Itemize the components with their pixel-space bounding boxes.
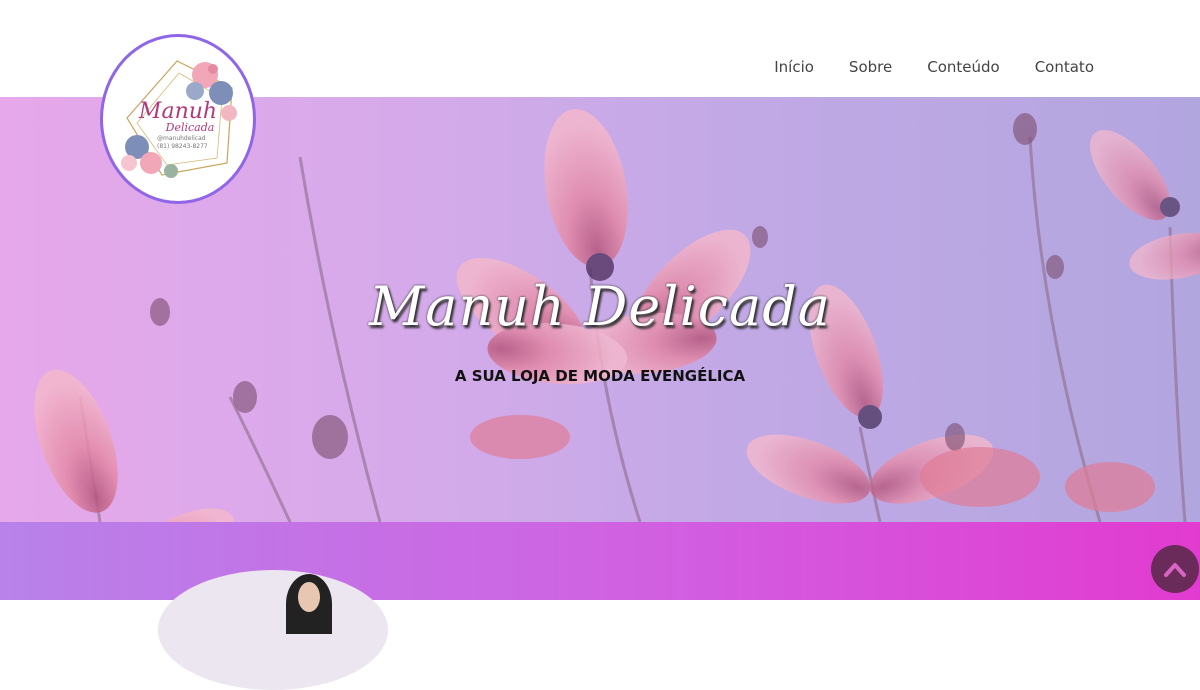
about-section <box>0 522 1200 690</box>
nav-link-sobre[interactable]: Sobre <box>849 58 892 76</box>
hero-subtitle: A SUA LOJA DE MODA EVENGÉLICA <box>454 367 746 385</box>
nav-link-conteudo[interactable]: Conteúdo <box>927 58 999 76</box>
logo-phone: (81) 98243-8277 <box>157 143 208 150</box>
nav-link-inicio[interactable]: Início <box>774 58 814 76</box>
back-to-top-button[interactable] <box>1151 545 1199 593</box>
hero-title: Manuh Delicada <box>369 275 831 338</box>
logo-instagram: @manuhdelicad <box>157 135 206 142</box>
logo-brand-line2: Delicada <box>165 121 215 134</box>
main-nav: Início Sobre Conteúdo Contato <box>774 58 1094 76</box>
chevron-up-icon <box>1164 563 1186 577</box>
brand-logo[interactable]: Manuh Delicada @manuhdelicad (81) 98243-… <box>100 34 256 204</box>
photo-person-face <box>298 582 320 612</box>
profile-photo <box>158 570 388 690</box>
nav-link-contato[interactable]: Contato <box>1035 58 1094 76</box>
